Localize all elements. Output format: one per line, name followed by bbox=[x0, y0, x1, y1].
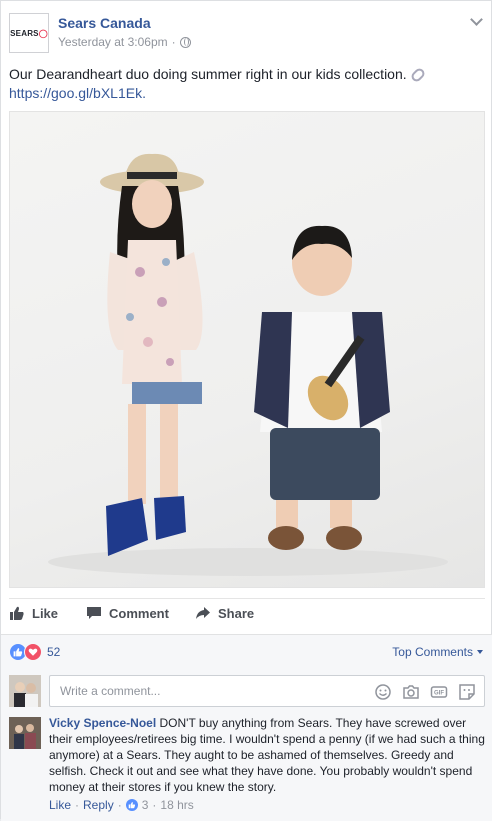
composer-icons: GIF bbox=[374, 683, 476, 701]
post-card: SEARS ◯ Sears Canada Yesterday at 3:06pm … bbox=[0, 0, 492, 821]
actions-divider bbox=[9, 598, 485, 599]
speech-bubble-icon bbox=[87, 607, 101, 619]
gif-icon[interactable]: GIF bbox=[430, 683, 448, 701]
girl-figure bbox=[100, 153, 204, 556]
svg-text:GIF: GIF bbox=[434, 691, 444, 697]
page-avatar[interactable]: SEARS ◯ bbox=[9, 13, 49, 53]
camera-icon[interactable] bbox=[402, 683, 420, 701]
post-actions: Like Comment Share bbox=[9, 605, 485, 627]
globe-icon[interactable] bbox=[179, 36, 191, 48]
comment-dot-3: · bbox=[152, 798, 157, 812]
photo-illustration bbox=[48, 153, 448, 576]
post-timestamp[interactable]: Yesterday at 3:06pm bbox=[58, 35, 168, 49]
post-header: SEARS ◯ Sears Canada Yesterday at 3:06pm … bbox=[9, 13, 485, 57]
comment-label: Comment bbox=[109, 605, 169, 621]
comment-like-count-icon bbox=[125, 799, 138, 811]
like-button[interactable]: Like bbox=[9, 605, 58, 621]
comment-input[interactable] bbox=[58, 683, 362, 699]
love-reaction-icon bbox=[24, 643, 42, 661]
reaction-count[interactable]: 52 bbox=[47, 645, 60, 659]
comments-section: 52 Top Comments Write a comment... GIF V… bbox=[1, 634, 492, 821]
comment-input-box[interactable]: GIF bbox=[49, 675, 485, 707]
share-label: Share bbox=[218, 605, 255, 621]
boy-figure bbox=[254, 225, 390, 550]
comment-author[interactable]: Vicky Spence-Noel bbox=[49, 716, 156, 730]
share-button[interactable]: Share bbox=[195, 605, 254, 621]
comment-dot-2: · bbox=[117, 798, 122, 812]
comment-actions: Like · Reply · 3 · 18 hrs bbox=[49, 798, 194, 812]
comment-composer: GIF bbox=[9, 675, 485, 707]
thumbs-up-icon bbox=[10, 606, 24, 620]
comment-button[interactable]: Comment bbox=[86, 605, 169, 621]
link-icon bbox=[409, 66, 427, 84]
chevron-down-icon[interactable] bbox=[469, 13, 485, 29]
post-photo[interactable] bbox=[9, 111, 485, 588]
logo-text: SEARS bbox=[10, 28, 39, 38]
comment-body: Vicky Spence-Noel DON'T buy anything fro… bbox=[49, 715, 485, 795]
share-arrow-icon bbox=[196, 607, 210, 619]
reactions-summary[interactable]: 52 bbox=[9, 643, 60, 661]
meta-separator: · bbox=[171, 35, 176, 49]
comment-like-count[interactable]: 3 bbox=[142, 798, 149, 812]
comment-dot-1: · bbox=[75, 798, 80, 812]
logo-mark-icon: ◯ bbox=[38, 28, 48, 38]
viewer-avatar[interactable] bbox=[9, 675, 41, 707]
page-name-link[interactable]: Sears Canada bbox=[58, 15, 151, 31]
comment-reply-link[interactable]: Reply bbox=[83, 798, 114, 812]
post-meta: Yesterday at 3:06pm · bbox=[58, 35, 191, 49]
post-text: Our Dearandheart duo doing summer right … bbox=[9, 66, 407, 82]
post-link[interactable]: https://goo.gl/bXL1Ek. bbox=[9, 84, 479, 103]
sticker-icon[interactable] bbox=[458, 683, 476, 701]
comment-like-link[interactable]: Like bbox=[49, 798, 71, 812]
comment-sort-dropdown[interactable]: Top Comments bbox=[392, 645, 483, 659]
comment-age[interactable]: 18 hrs bbox=[160, 798, 193, 812]
emoji-icon[interactable] bbox=[374, 683, 392, 701]
like-label: Like bbox=[32, 605, 59, 621]
post-message: Our Dearandheart duo doing summer right … bbox=[9, 65, 479, 103]
commenter-avatar[interactable] bbox=[9, 717, 41, 749]
